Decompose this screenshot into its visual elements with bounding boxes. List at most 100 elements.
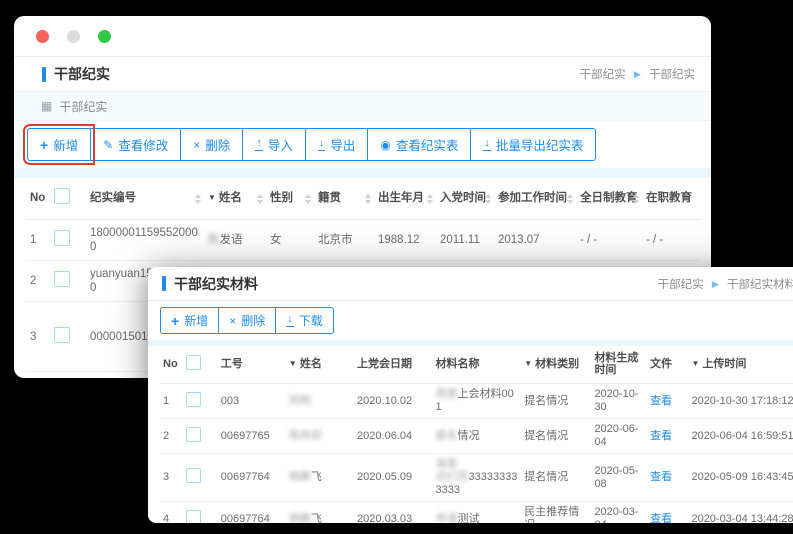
- column-header-label: 工号: [221, 358, 243, 370]
- column-header: No: [26, 178, 50, 220]
- view-file-link[interactable]: 查看: [650, 430, 672, 442]
- cell-text: 飞: [311, 513, 322, 524]
- row-checkbox[interactable]: [186, 427, 201, 442]
- table-cell: 陈发语: [204, 220, 266, 261]
- redacted-text: 海是: [435, 458, 457, 470]
- upload-icon: ↑: [255, 138, 263, 151]
- filter-icon[interactable]: ▼: [289, 359, 297, 368]
- row-checkbox[interactable]: [186, 392, 201, 407]
- close-button[interactable]: [36, 30, 49, 43]
- table-cell: 海是还们苏333333333333: [432, 454, 521, 502]
- cell-text: 飞: [311, 471, 322, 483]
- filter-icon[interactable]: ▼: [691, 359, 699, 368]
- table-cell: 1988.12: [374, 220, 436, 261]
- row-checkbox[interactable]: [54, 230, 70, 246]
- table-cell: 003: [218, 384, 286, 419]
- column-header: 在职教育: [642, 178, 700, 220]
- table-cell: 陈梓弈: [286, 419, 354, 454]
- breadcrumb-item-current: 干部纪实: [649, 69, 695, 81]
- redacted-text: 提名: [435, 430, 457, 442]
- download-button[interactable]: ↓下载: [275, 307, 334, 334]
- view-record-table-button[interactable]: ◉查看纪实表: [367, 128, 471, 161]
- row-checkbox[interactable]: [54, 327, 70, 343]
- filter-icon[interactable]: ▼: [208, 193, 216, 202]
- view-file-link[interactable]: 查看: [650, 513, 672, 524]
- breadcrumb-arrow-icon: ▶: [712, 279, 719, 289]
- eye-icon: ◉: [380, 139, 390, 151]
- select-all-checkbox[interactable]: [186, 355, 201, 370]
- maximize-button[interactable]: [98, 30, 111, 43]
- view-edit-button[interactable]: ✎查看修改: [90, 128, 181, 161]
- add-button[interactable]: +新增: [27, 128, 91, 161]
- sort-icon[interactable]: [365, 194, 371, 204]
- delete-button-label: 删除: [241, 312, 265, 329]
- breadcrumb: 干部纪实 ▶ 干部纪实材料: [658, 276, 793, 292]
- breadcrumb-item[interactable]: 干部纪实: [580, 69, 626, 81]
- table-cell: 杨鹏飞: [286, 454, 354, 502]
- sort-icon[interactable]: [305, 194, 311, 204]
- row-checkbox[interactable]: [186, 468, 201, 483]
- select-all-checkbox[interactable]: [54, 188, 70, 204]
- filter-icon[interactable]: ▼: [524, 359, 532, 368]
- column-header-label: 姓名: [300, 358, 322, 370]
- redacted-text: 杨鹏: [289, 471, 311, 483]
- column-header: 籍贯: [314, 178, 374, 220]
- page-title: 干部纪实: [54, 64, 110, 84]
- column-header: ▼材料类别: [521, 346, 591, 384]
- column-header: 材料名称: [432, 346, 521, 384]
- table-cell: 4: [26, 372, 50, 379]
- cell-text: 情况: [457, 430, 479, 442]
- view-file-link[interactable]: 查看: [650, 395, 672, 407]
- download-icon: ↓: [483, 138, 491, 151]
- sort-icon[interactable]: [257, 194, 263, 204]
- column-header: No: [160, 346, 183, 384]
- column-header: 全日制教育: [576, 178, 642, 220]
- column-header-label: 材料名称: [435, 358, 479, 370]
- sort-icon[interactable]: [633, 194, 639, 204]
- import-button[interactable]: ↑ 导入: [242, 128, 306, 161]
- import-button-label: 导入: [268, 135, 293, 154]
- minimize-button[interactable]: [67, 30, 80, 43]
- column-header-label: 性别: [270, 192, 293, 204]
- redacted-text: 杨鹏: [289, 513, 311, 524]
- column-header-label: 材料生成时间: [594, 352, 638, 376]
- table-cell: 3: [160, 454, 183, 502]
- add-button[interactable]: +新增: [160, 307, 219, 334]
- page-heading: 干部纪实 干部纪实 ▶ 干部纪实: [14, 57, 711, 92]
- table-cell: 提名情况: [432, 419, 521, 454]
- divider-band: [14, 168, 711, 178]
- sort-icon[interactable]: [485, 194, 491, 204]
- row-checkbox[interactable]: [54, 271, 70, 287]
- table-cell: 2020-06-04 16:59:51: [688, 419, 793, 454]
- table-cell: 2020-03-04 13:44:28: [688, 502, 793, 524]
- sort-icon[interactable]: [567, 194, 573, 204]
- table-header-row: No纪实编号▼姓名性别籍贯出生年月入党时间参加工作时间全日制教育在职教育: [26, 178, 700, 220]
- plus-icon: +: [171, 314, 179, 328]
- sort-icon[interactable]: [195, 194, 201, 204]
- column-header-label: 全日制教育: [580, 192, 638, 204]
- redacted-text: 陈: [208, 234, 220, 246]
- view-file-link[interactable]: 查看: [650, 471, 672, 483]
- desktop-background: 干部纪实 干部纪实 ▶ 干部纪实 ▦ 干部纪实 +新增✎查看修改×删除↑导入↓导…: [0, 0, 793, 534]
- table-cell: 申请测试: [432, 502, 521, 524]
- table-cell: - / -: [576, 220, 642, 261]
- breadcrumb-item[interactable]: 干部纪实: [658, 279, 704, 291]
- table-cell: 2020-05-08: [591, 454, 647, 502]
- table-cell: 同明: [286, 384, 354, 419]
- checkbox-cell: [183, 454, 218, 502]
- table-cell: 2020.10.02: [354, 384, 432, 419]
- delete-button[interactable]: ×删除: [180, 128, 243, 161]
- delete-button[interactable]: ×删除: [218, 307, 276, 334]
- x-icon: ×: [193, 139, 200, 151]
- row-checkbox[interactable]: [186, 510, 201, 524]
- checkbox-cell: [50, 220, 86, 261]
- batch-export-record-table-button[interactable]: ↓批量导出纪实表: [470, 128, 596, 161]
- column-header-label: 姓名: [219, 192, 242, 204]
- export-button[interactable]: ↓导出: [305, 128, 369, 161]
- sort-icon[interactable]: [427, 194, 433, 204]
- column-header: 文件: [647, 346, 688, 384]
- table-cell: 2020-03-04: [591, 502, 647, 524]
- table-row: 200697765陈梓弈2020.06.04提名情况提名情况2020-06-04…: [160, 419, 793, 454]
- redacted-text: 申请: [435, 513, 457, 524]
- column-header-label: 上传时间: [702, 358, 746, 370]
